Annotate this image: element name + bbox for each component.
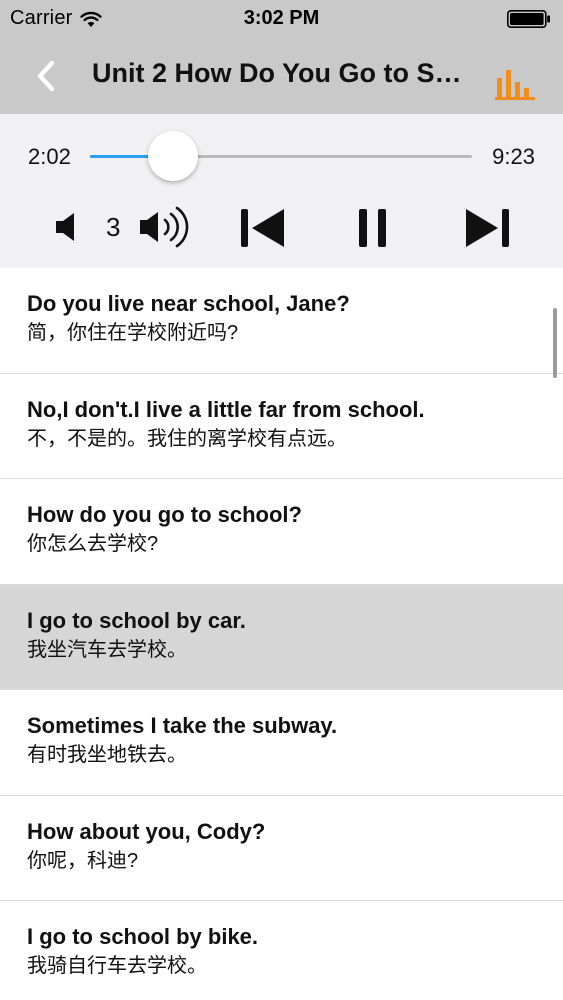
battery-icon	[507, 10, 550, 28]
list-item[interactable]: Do you live near school, Jane? 简，你住在学校附近…	[0, 268, 563, 374]
sentence-chinese: 我骑自行车去学校。	[27, 955, 207, 977]
list-item[interactable]: Sometimes I take the subway. 有时我坐地铁去。	[0, 690, 563, 796]
sentence-english: How do you go to school?	[27, 502, 302, 527]
list-item[interactable]: No,I don't.I live a little far from scho…	[0, 373, 563, 479]
sentence-english: Sometimes I take the subway.	[27, 713, 338, 738]
status-time: 3:02 PM	[243, 7, 320, 29]
sentence-english: No,I don't.I live a little far from scho…	[27, 396, 425, 422]
list-item[interactable]: I go to school by bike. 我骑自行车去学校。	[0, 901, 563, 1000]
list-item[interactable]: I go to school by car. 我坐汽车去学校。	[0, 584, 563, 690]
previous-track-button[interactable]	[238, 208, 288, 248]
scrollbar[interactable]	[553, 308, 557, 378]
sentence-english: I go to school by bike.	[27, 924, 259, 949]
sentence-english: How about you, Cody?	[27, 818, 266, 844]
sentence-chinese: 你怎么去学校?	[27, 533, 159, 555]
sentence-chinese: 我坐汽车去学校。	[27, 638, 187, 661]
bar-chart-icon[interactable]	[495, 66, 537, 100]
pause-button[interactable]	[356, 208, 390, 248]
total-time: 9:23	[492, 144, 535, 169]
screen: Carrier 3:02 PM Unit 2 How Do You Go to …	[0, 0, 563, 1000]
back-button[interactable]	[28, 54, 68, 98]
sentence-chinese: 你呢，科迪?	[27, 849, 139, 872]
volume-down-button[interactable]	[54, 210, 84, 244]
status-bar: Carrier 3:02 PM	[0, 0, 563, 38]
list-item[interactable]: How do you go to school? 你怎么去学校?	[0, 479, 563, 585]
progress-slider-thumb[interactable]	[147, 131, 198, 181]
sentence-english: Do you live near school, Jane?	[27, 291, 350, 316]
volume-up-button[interactable]	[138, 204, 192, 250]
current-time: 2:02	[28, 144, 71, 169]
list-item[interactable]: How about you, Cody? 你呢，科迪?	[0, 795, 563, 901]
sentence-chinese: 简，你住在学校附近吗?	[27, 322, 239, 344]
next-track-button[interactable]	[462, 208, 512, 248]
page-title: Unit 2 How Do You Go to School?	[92, 58, 472, 88]
volume-level: 3	[106, 212, 121, 242]
sentence-chinese: 不，不是的。我住的离学校有点远。	[27, 427, 347, 450]
sentence-english: I go to school by car.	[27, 607, 246, 633]
sentence-list[interactable]: Do you live near school, Jane? 简，你住在学校附近…	[0, 268, 563, 1000]
sentence-chinese: 有时我坐地铁去。	[27, 744, 187, 766]
audio-player: 2:02 9:23 3	[0, 114, 563, 268]
nav-bar: Unit 2 How Do You Go to School?	[0, 38, 563, 114]
